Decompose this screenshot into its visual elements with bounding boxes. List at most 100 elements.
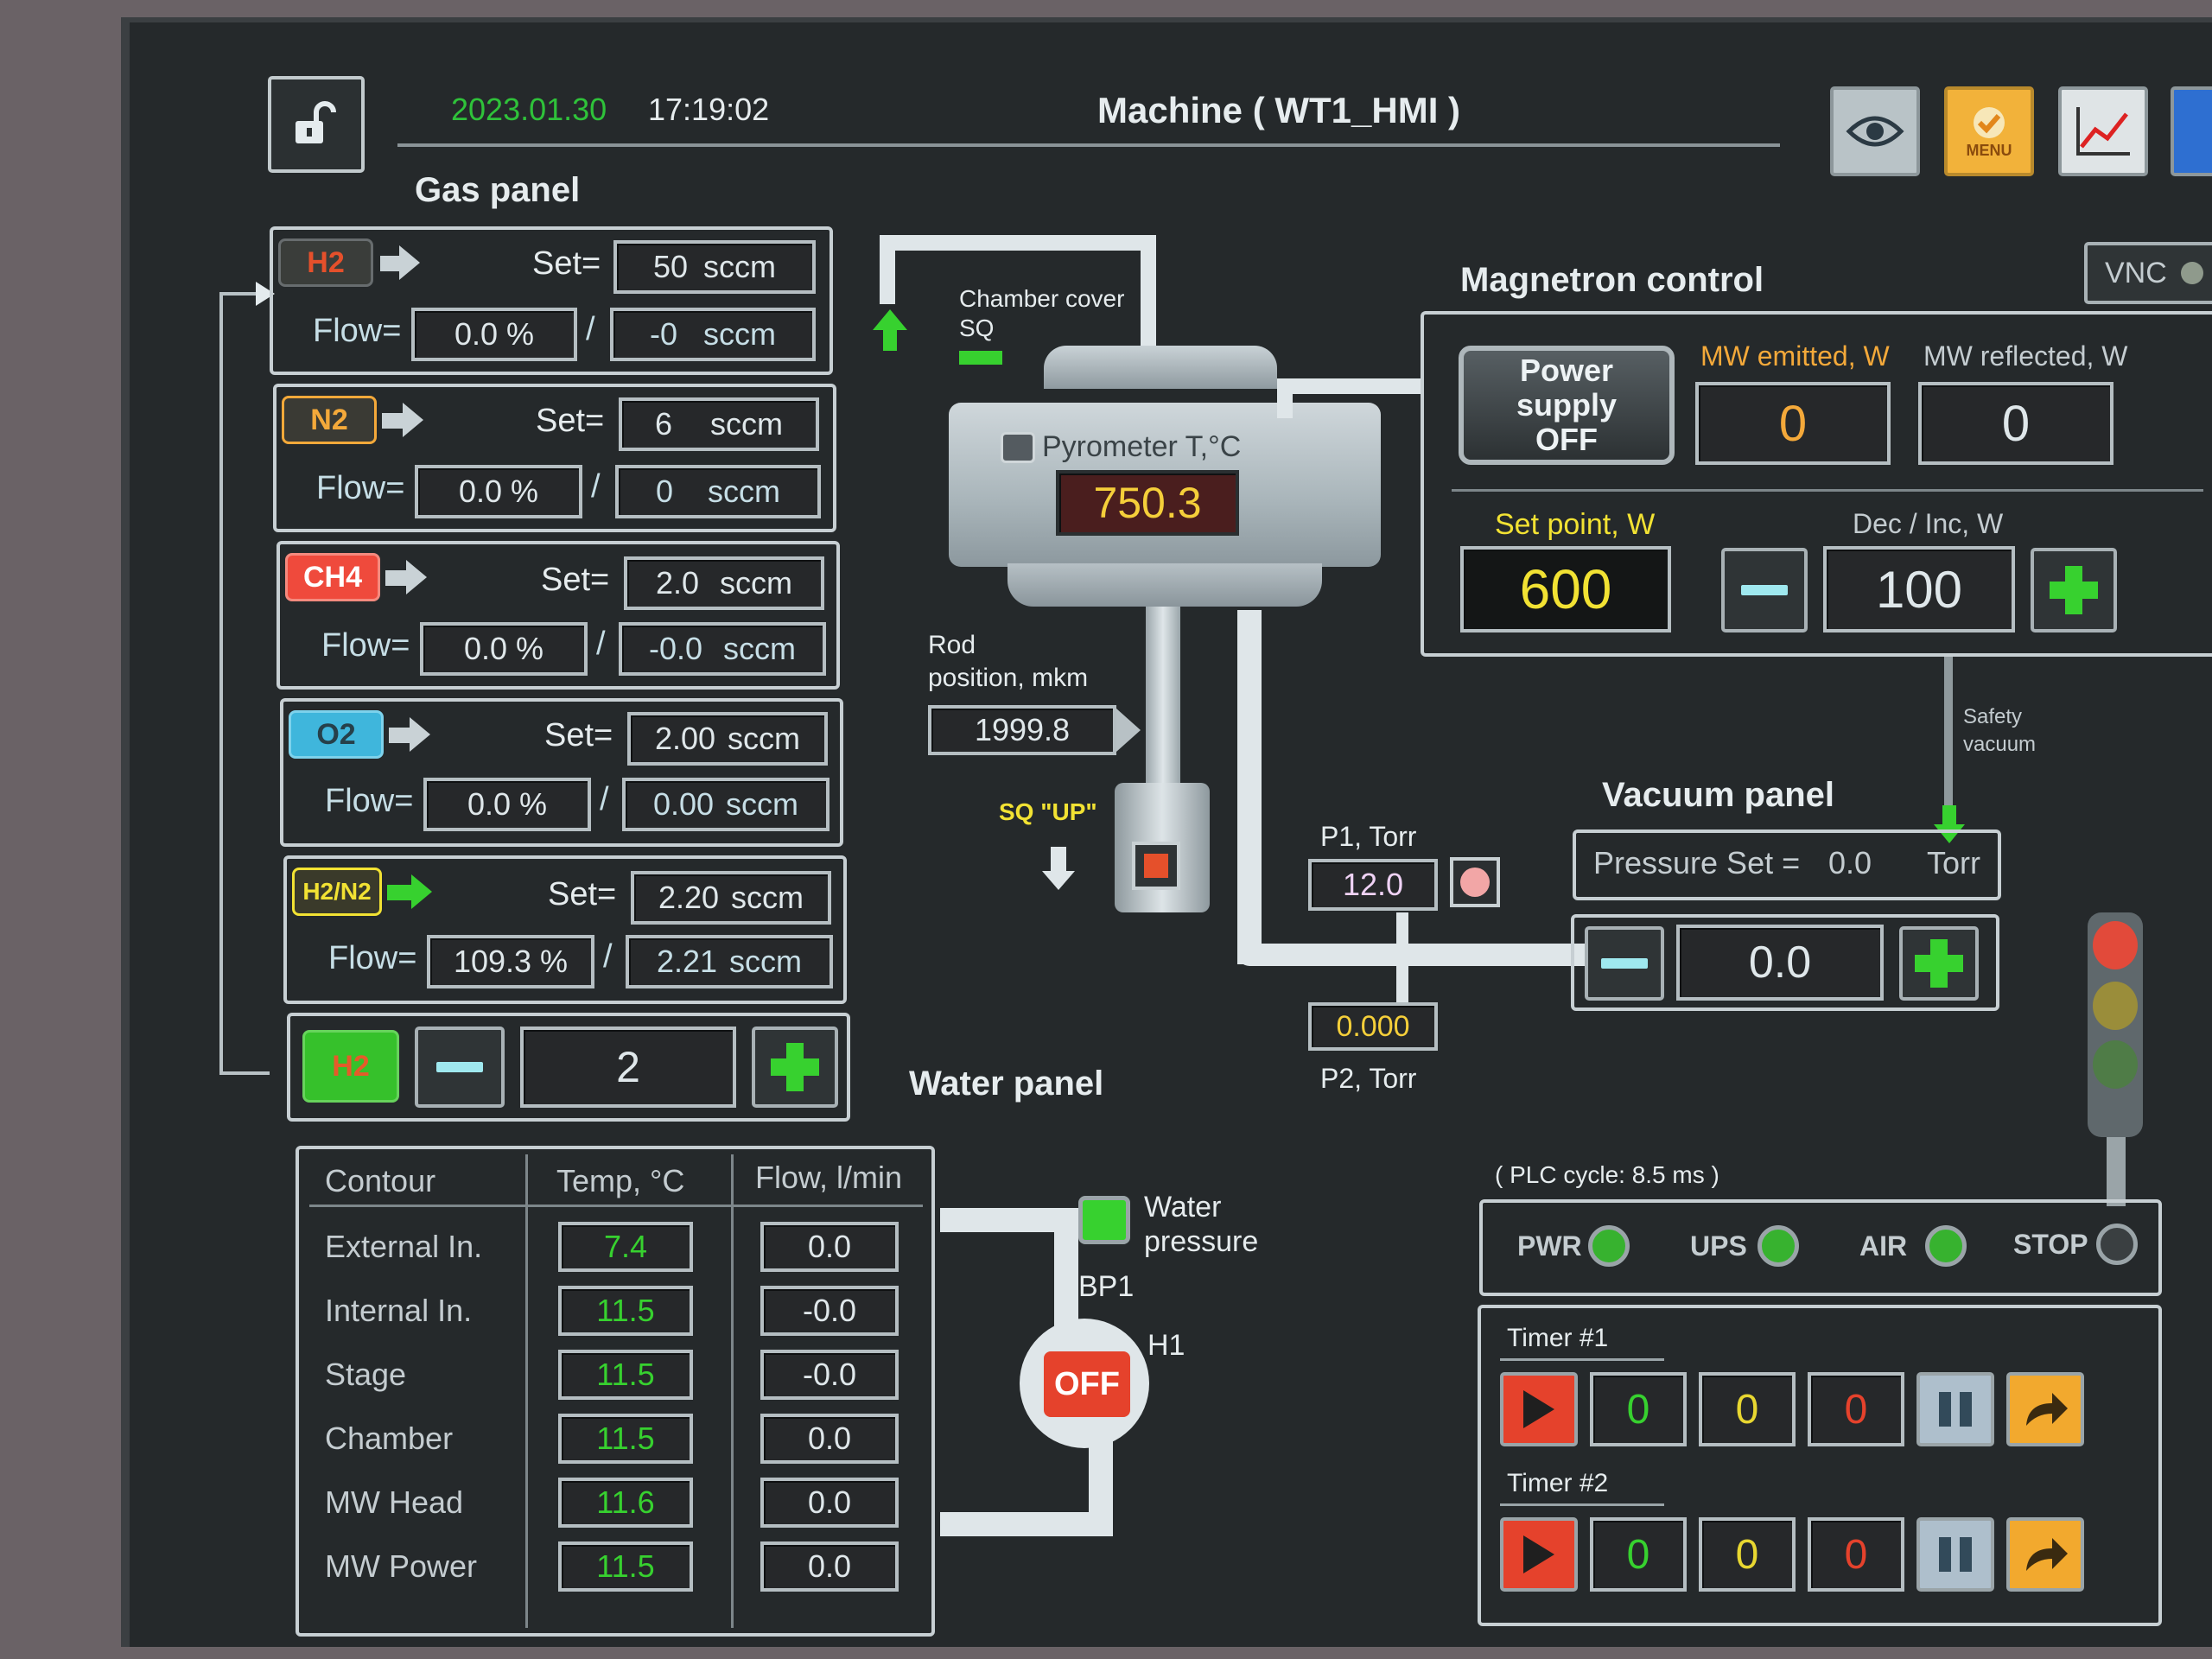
gas-tag-h2n2[interactable]: H2/N2	[292, 868, 382, 916]
header-time: 17:19:02	[648, 92, 770, 127]
contour-temp: 11.5	[558, 1541, 693, 1592]
menu-button[interactable]: MENU	[1944, 86, 2034, 176]
dec-inc-value[interactable]: 100	[1823, 546, 2015, 632]
timer-play-button[interactable]	[1500, 1372, 1578, 1446]
vacuum-panel-title: Vacuum panel	[1602, 776, 1834, 814]
timer-hours[interactable]: 0	[1590, 1372, 1687, 1446]
h2n2-flow-percent: 109.3 %	[427, 935, 594, 988]
gas-tag-o2[interactable]: O2	[289, 710, 384, 759]
ups-indicator	[1758, 1225, 1799, 1267]
ch4-setpoint-field[interactable]: 2.0 sccm	[624, 556, 824, 610]
water-pressure-lamp	[1078, 1196, 1130, 1244]
power-supply-button[interactable]: Power supply OFF	[1459, 346, 1675, 465]
selector-gas-tag[interactable]: H2	[302, 1030, 399, 1103]
lock-button[interactable]	[268, 76, 365, 173]
contour-flow: 0.0	[760, 1222, 899, 1272]
view-button[interactable]	[1830, 86, 1920, 176]
h2-flow-sccm: -0 sccm	[610, 308, 816, 361]
water-header-contour: Contour	[325, 1163, 436, 1198]
plus-icon	[771, 1043, 819, 1091]
pyrometer-label: Pyrometer T,°C	[1042, 430, 1242, 463]
eye-icon	[1846, 116, 1904, 147]
gas-tag-ch4[interactable]: CH4	[285, 553, 380, 601]
setpoint-increment-button[interactable]	[2031, 548, 2117, 632]
gas-feedback-line	[219, 292, 223, 1073]
cover-up-arrow-icon	[873, 309, 907, 330]
rod-label: Rod	[928, 631, 976, 659]
gas-tag-n2[interactable]: N2	[282, 396, 377, 444]
p2-label: P2, Torr	[1320, 1063, 1417, 1094]
pressure-set-value: 0.0	[1828, 845, 1872, 880]
ups-label: UPS	[1690, 1230, 1747, 1262]
timer-minutes[interactable]: 0	[1699, 1372, 1796, 1446]
machine-title: Machine ( WT1_HMI )	[1097, 90, 1461, 130]
vacuum-line-horizontal	[1237, 944, 1626, 966]
sq-up-label: SQ "UP"	[999, 798, 1097, 825]
h2n2-flow-sccm: 2.21 sccm	[626, 935, 833, 988]
set-point-label: Set point, W	[1495, 508, 1656, 541]
contour-temp: 11.6	[558, 1478, 693, 1528]
contour-flow: -0.0	[760, 1350, 899, 1400]
contour-flow: 0.0	[760, 1541, 899, 1592]
setpoint-decrement-button[interactable]	[1721, 548, 1808, 632]
ch4-valve-arrow-icon	[406, 560, 427, 594]
extra-button[interactable]	[2171, 86, 2212, 176]
water-header-flow: Flow, l/min	[755, 1160, 903, 1195]
vacuum-decrement-button[interactable]	[1585, 926, 1664, 1001]
timer-play-button[interactable]	[1500, 1517, 1578, 1592]
vacuum-setpoint-value[interactable]: 0.0	[1676, 925, 1884, 1001]
ch4-flow-percent: 0.0 %	[420, 622, 588, 676]
plc-cycle-label: ( PLC cycle: 8.5 ms )	[1495, 1161, 1719, 1188]
play-icon	[1523, 1535, 1554, 1573]
mw-emitted-value: 0	[1695, 382, 1891, 465]
o2-flow-sccm: 0.00 sccm	[622, 778, 830, 831]
water-panel-title: Water panel	[909, 1065, 1104, 1103]
vnc-status-icon	[2180, 262, 2203, 284]
selector-decrement-button[interactable]	[415, 1027, 505, 1108]
timer-pause-button[interactable]	[1916, 1517, 1994, 1592]
vnc-button[interactable]: VNC	[2084, 242, 2212, 304]
timer-hours[interactable]: 0	[1590, 1517, 1687, 1592]
timer-reset-button[interactable]	[2006, 1517, 2084, 1592]
n2-setpoint-field[interactable]: 6 sccm	[619, 397, 819, 451]
timer-seconds[interactable]: 0	[1808, 1517, 1904, 1592]
minus-icon	[1601, 958, 1648, 969]
contour-flow: 0.0	[760, 1414, 899, 1464]
gas-panel-title: Gas panel	[415, 171, 581, 209]
selector-increment-button[interactable]	[752, 1027, 838, 1108]
signal-green-light	[2093, 1040, 2138, 1089]
h2n2-setpoint-field[interactable]: 2.20 sccm	[631, 871, 831, 925]
n2-flow-sccm: 0 sccm	[615, 465, 821, 518]
h2-setpoint-field[interactable]: 50 sccm	[613, 240, 816, 294]
vacuum-increment-button[interactable]	[1899, 926, 1979, 1001]
actuator-status-icon[interactable]	[1132, 842, 1180, 890]
rod	[1146, 607, 1180, 788]
contour-flow: 0.0	[760, 1478, 899, 1528]
mw-emitted-label: MW emitted, W	[1700, 340, 1890, 372]
timer-reset-button[interactable]	[2006, 1372, 2084, 1446]
timer-minutes[interactable]: 0	[1699, 1517, 1796, 1592]
trend-button[interactable]	[2058, 86, 2148, 176]
pump-off-button[interactable]: OFF	[1044, 1351, 1130, 1417]
header-date: 2023.01.30	[451, 92, 607, 127]
timer-seconds[interactable]: 0	[1808, 1372, 1904, 1446]
pressure-set-unit: Torr	[1927, 845, 1980, 880]
contour-name: External In.	[325, 1229, 483, 1264]
set-point-value[interactable]: 600	[1460, 546, 1671, 632]
safety-vacuum-label: Safety	[1963, 705, 2023, 728]
gas-tag-h2[interactable]: H2	[278, 238, 373, 287]
cover-sq-indicator	[959, 351, 1002, 365]
redo-arrow-icon	[2026, 1538, 2068, 1571]
air-label: AIR	[1859, 1230, 1908, 1262]
magnetron-divider	[1452, 489, 2203, 492]
plus-icon	[2050, 566, 2098, 614]
n2-flow-percent: 0.0 %	[415, 465, 582, 518]
p2-value: 0.000	[1308, 1002, 1438, 1051]
pwr-label: PWR	[1517, 1230, 1582, 1262]
o2-setpoint-field[interactable]: 2.00 sccm	[627, 712, 828, 766]
selector-value-field[interactable]: 2	[520, 1027, 736, 1108]
contour-name: MW Power	[325, 1548, 478, 1584]
contour-name: Internal In.	[325, 1293, 473, 1328]
timer-pause-button[interactable]	[1916, 1372, 1994, 1446]
p1-valve-icon[interactable]	[1450, 857, 1500, 907]
